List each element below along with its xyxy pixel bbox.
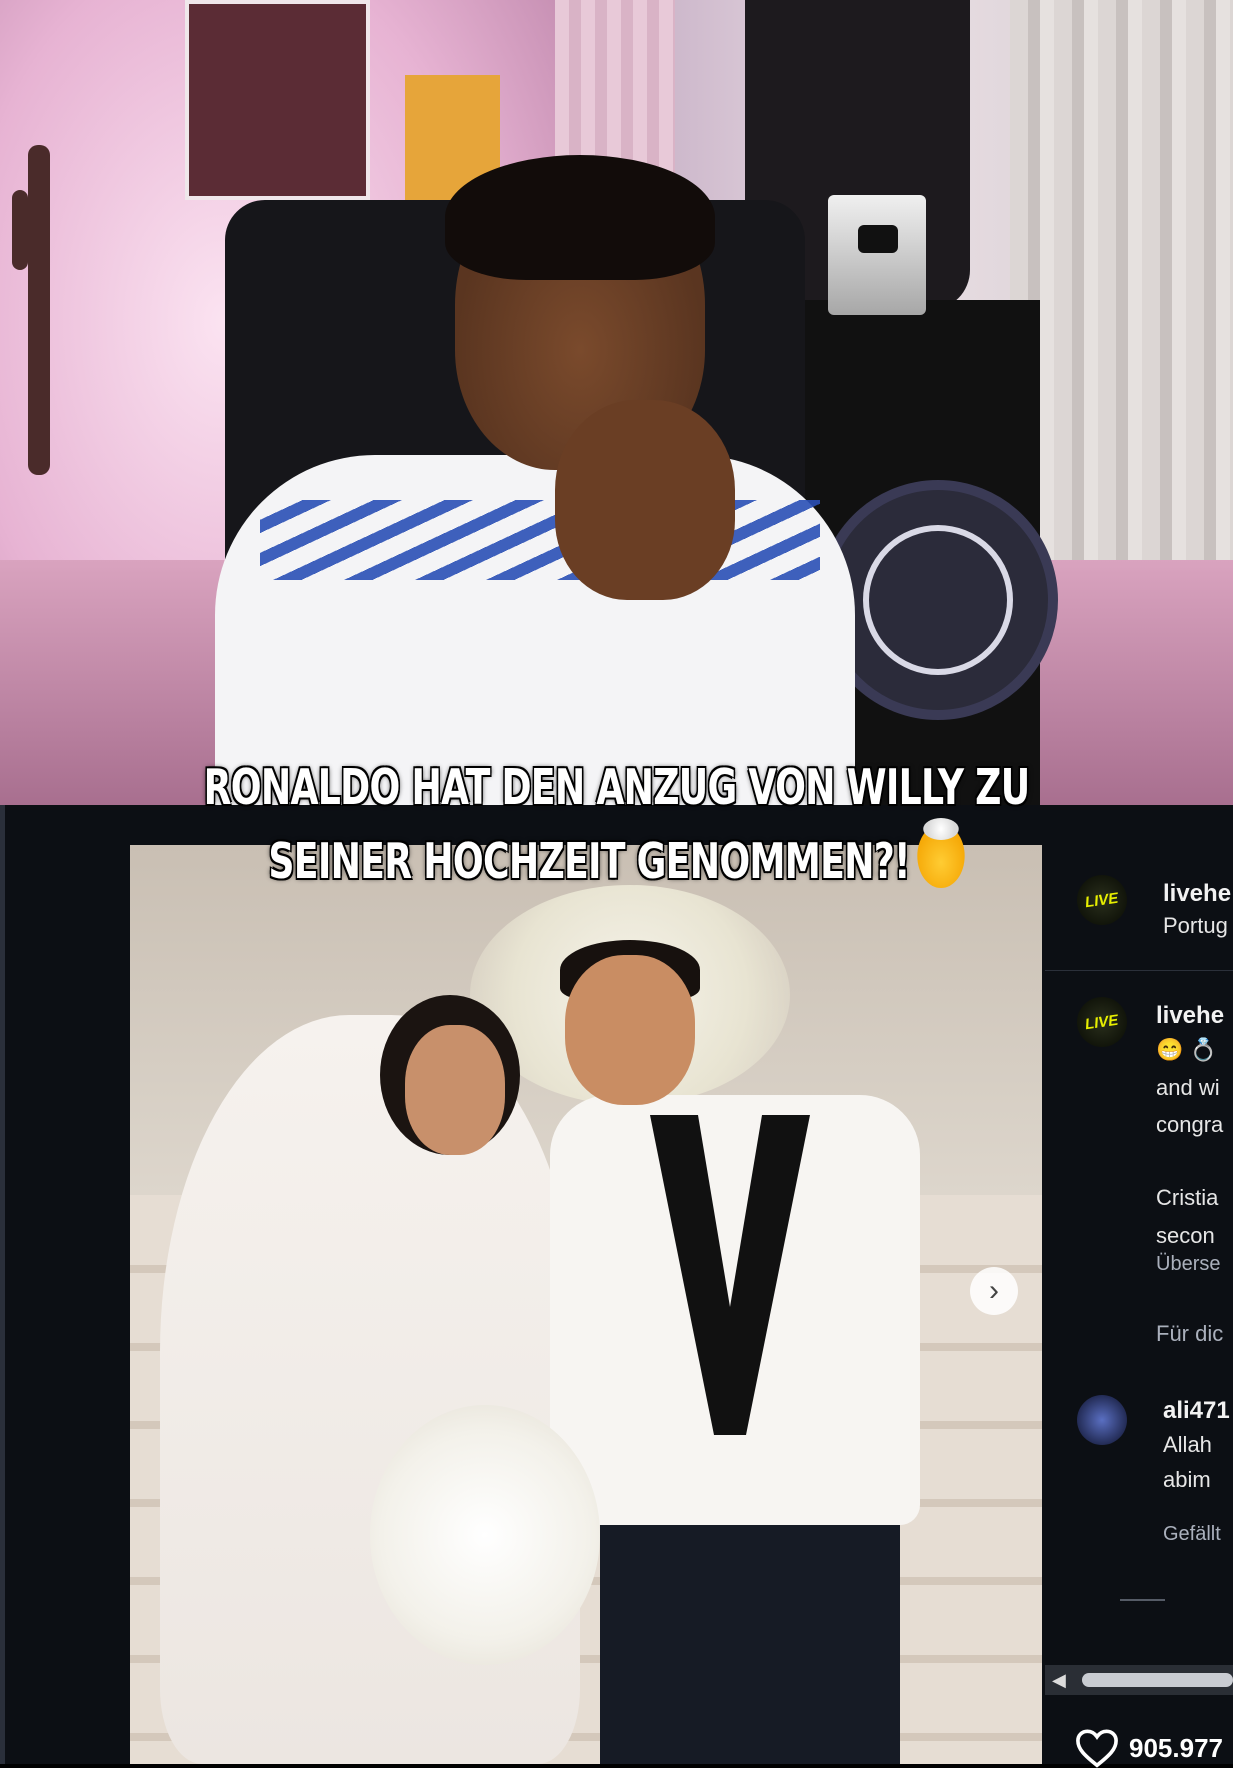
streamer-hair	[445, 155, 715, 280]
caption-line-2: SEINER HOCHZEIT GENOMMEN?!	[160, 818, 1072, 898]
header-location[interactable]: Portug	[1163, 913, 1228, 939]
caption-text: secon	[1156, 1223, 1215, 1248]
play-button-award	[828, 195, 926, 315]
caption-avatar[interactable]: LIVE	[1077, 997, 1127, 1047]
streamer-hand	[555, 400, 735, 600]
caption-line-2-text: SEINER HOCHZEIT GENOMMEN?!	[268, 833, 910, 890]
comment-panel: LIVE livehe Portug LIVE livehe 😁 💍 and w…	[1045, 805, 1233, 1764]
caption-text: and wi	[1156, 1075, 1220, 1100]
bride-face	[405, 1025, 505, 1155]
caption-username[interactable]: livehe	[1156, 1002, 1224, 1030]
translate-link[interactable]: Überse	[1156, 1253, 1220, 1276]
heart-icon[interactable]	[1075, 1728, 1119, 1768]
cactus-lamp	[28, 145, 50, 475]
caption-emojis: 😁 💍	[1156, 1037, 1217, 1062]
header-username[interactable]: livehe	[1163, 880, 1231, 908]
scrollbar-thumb[interactable]	[1082, 1673, 1233, 1687]
webcam-feed	[0, 0, 1233, 805]
commenter-username[interactable]: ali471	[1163, 1397, 1230, 1425]
view-replies-line[interactable]	[1120, 1599, 1165, 1601]
exploding-head-icon	[917, 818, 965, 888]
groom-face	[565, 955, 695, 1105]
comment-text: abim	[1163, 1467, 1211, 1492]
for-you-label: Für dic	[1156, 1321, 1224, 1346]
scroll-left-arrow-icon[interactable]: ◀	[1052, 1670, 1066, 1691]
comment-text: Allah	[1163, 1432, 1212, 1457]
likes-row: 905.977	[1075, 1728, 1223, 1768]
caption-line-1: RONALDO HAT DEN ANZUG VON WILLY ZU	[203, 759, 1031, 816]
post-image[interactable]	[130, 845, 1042, 1764]
cactus-lamp	[12, 190, 28, 270]
next-image-button[interactable]: ›	[970, 1267, 1018, 1315]
divider	[1045, 970, 1233, 971]
comment-likes-label[interactable]: Gefällt	[1163, 1523, 1221, 1546]
chevron-right-icon: ›	[989, 1274, 999, 1307]
wall-poster	[185, 0, 370, 200]
window-edge	[0, 805, 5, 1764]
play-icon	[858, 225, 898, 253]
bouquet	[370, 1405, 600, 1665]
like-count: 905.977	[1129, 1732, 1223, 1763]
caption-text: congra	[1156, 1112, 1224, 1137]
commenter-avatar[interactable]	[1077, 1395, 1127, 1445]
profile-avatar[interactable]: LIVE	[1077, 875, 1127, 925]
jersey-stripes	[260, 500, 820, 580]
caption-text: Cristia	[1156, 1185, 1219, 1210]
video-caption: RONALDO HAT DEN ANZUG VON WILLY ZU SEINE…	[160, 752, 1072, 898]
